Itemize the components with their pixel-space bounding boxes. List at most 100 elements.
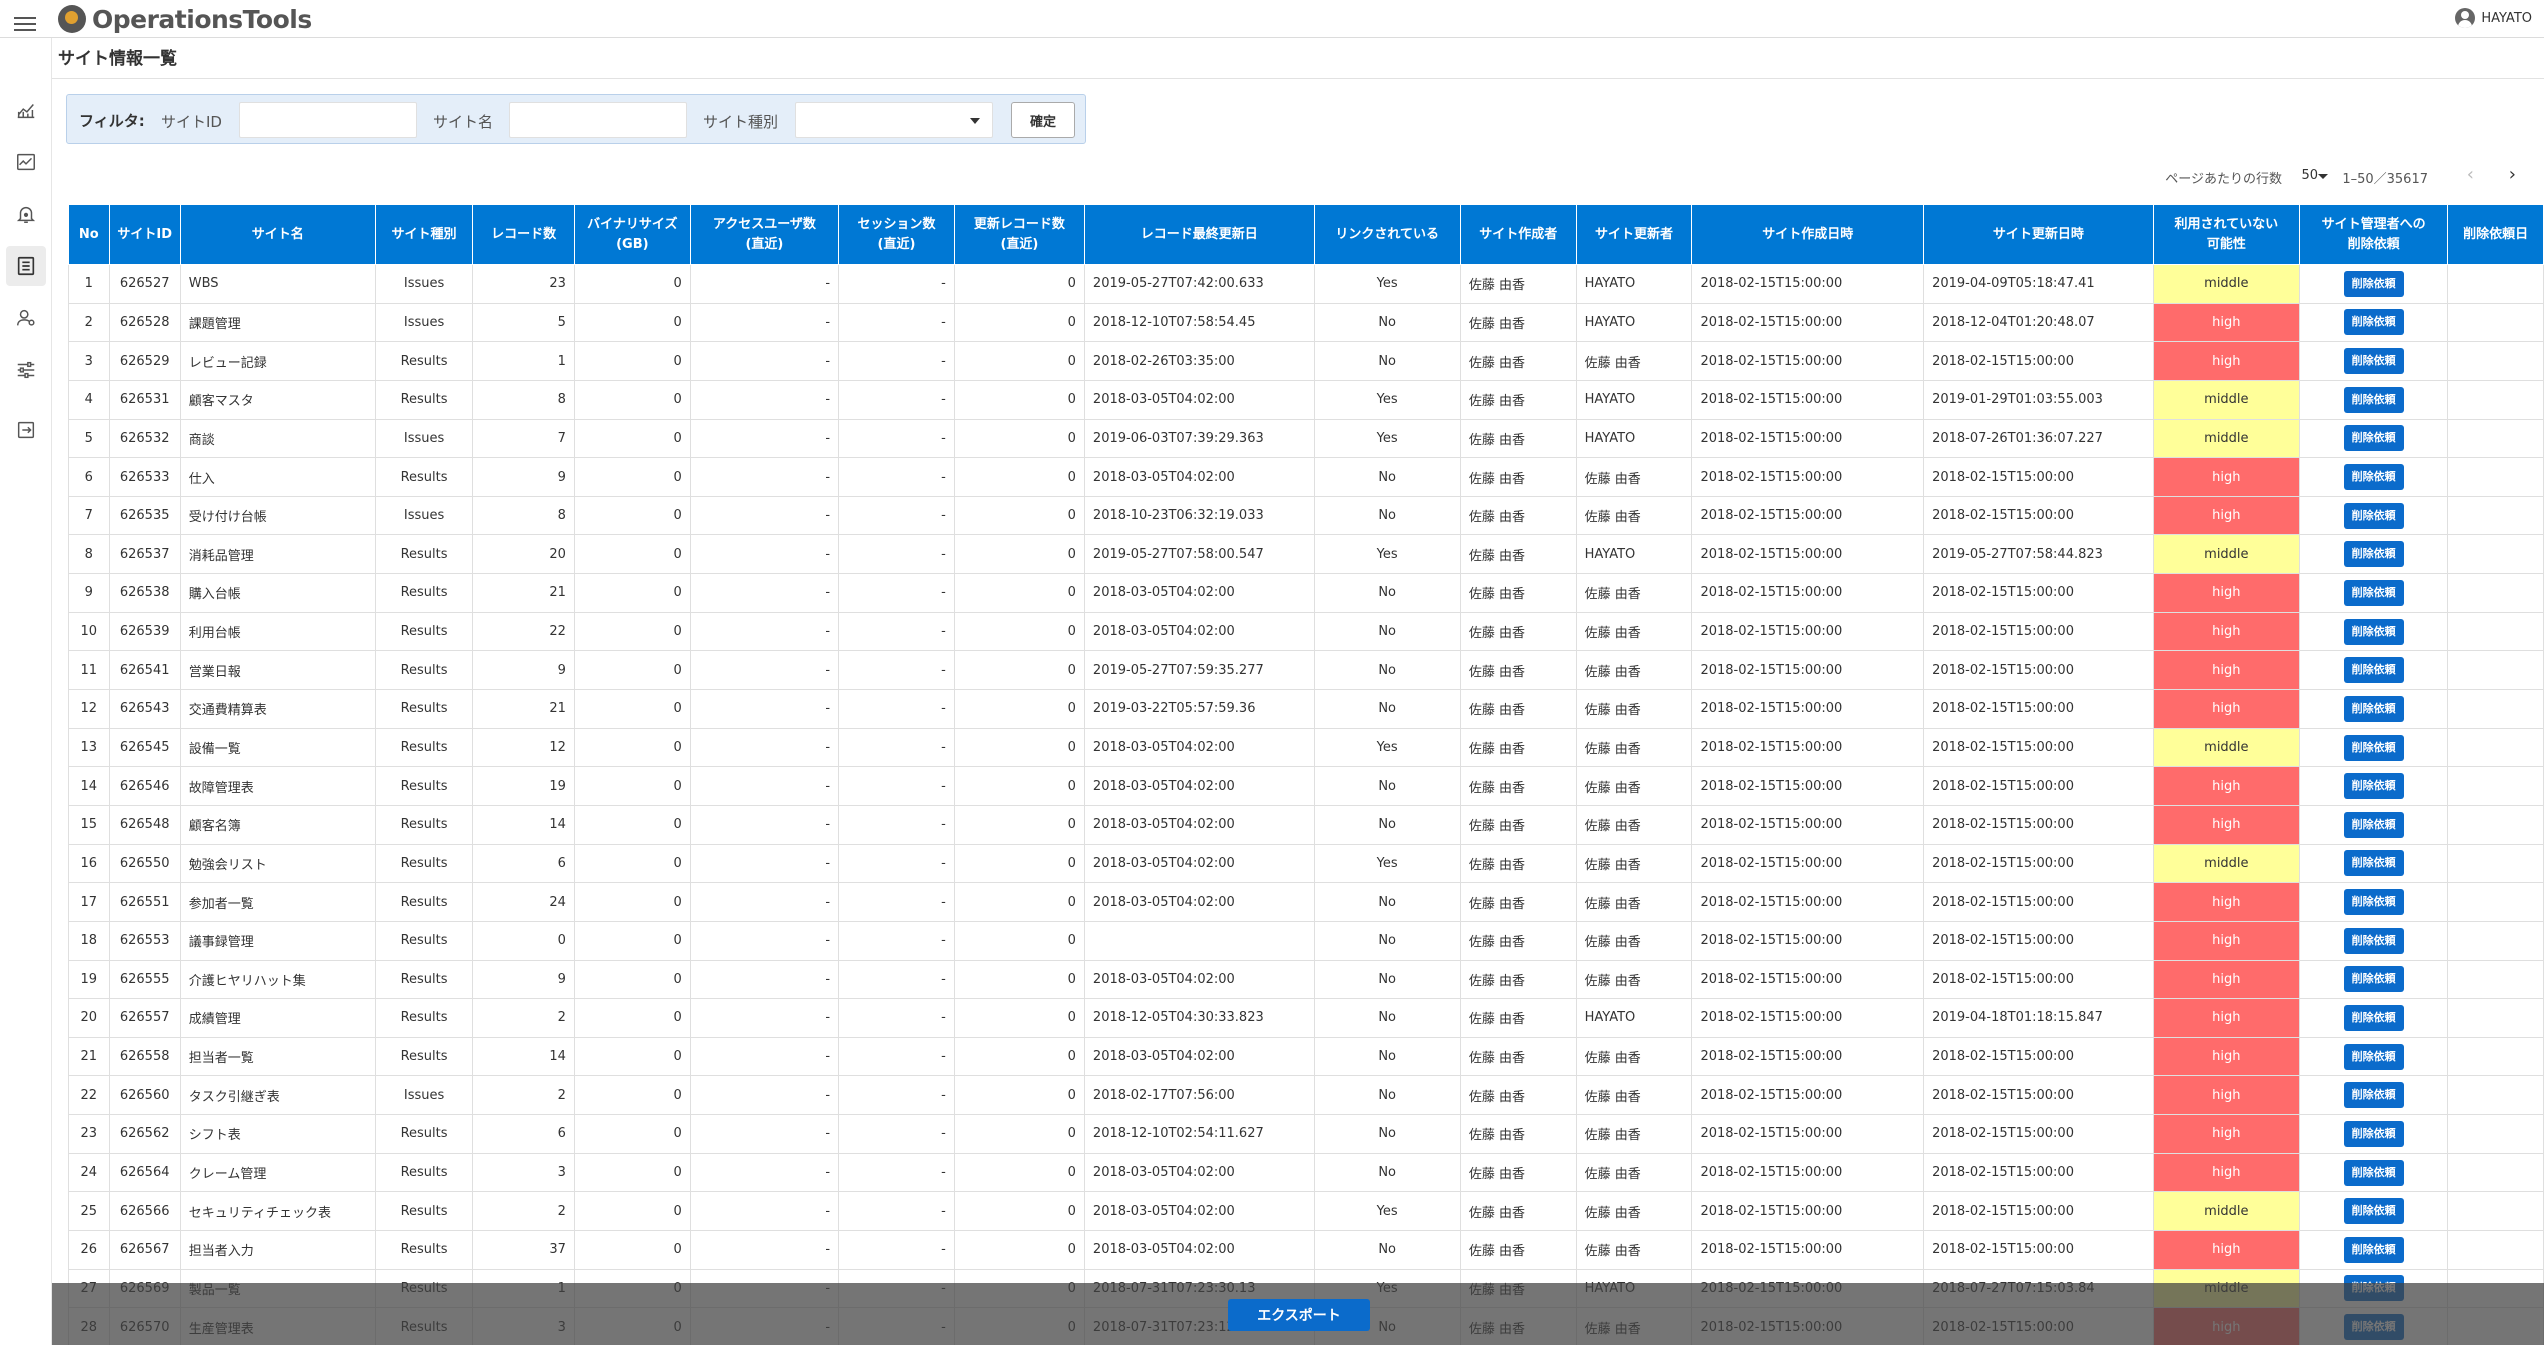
table-row[interactable]: 10 626539 利用台帳 Results 22 0- -0 2018-03-05T04:0… [68,611,2544,652]
delete-request-button[interactable]: 削除依頼 [2343,1159,2404,1186]
delete-request-button[interactable]: 削除依頼 [2343,811,2404,838]
delete-request-button[interactable]: 削除依頼 [2343,502,2404,529]
table-row[interactable]: 9 626538 購入台帳 Results 21 0- -0 2018-03-05T04:02… [68,573,2544,613]
hamburger-menu-icon[interactable] [14,17,36,33]
delete-request-button[interactable]: 削除依頼 [2343,695,2404,722]
column-header[interactable]: レコード最終更新日 [1083,204,1315,265]
table-row[interactable]: 7 626535 受け付け台帳 Issues 8 0- -0 2018-10-23T06:32… [68,495,2544,536]
site-id-cell: 626567 [108,1230,181,1270]
row-number: 12 [68,689,110,729]
site-type-cell: Issues [374,302,474,343]
table-row[interactable]: 11 626541 営業日報 Results 9 0- -0 2019-05-27T07:59… [68,650,2544,691]
table-row[interactable]: 24 626564 クレーム管理 Results 3 0- -0 2018-03-05T04:… [68,1152,2544,1193]
table-row[interactable]: 20 626557 成績管理 Results 2 0- -0 2018-12-05T04:30… [68,998,2544,1038]
updater-cell: HAYATO [1575,534,1693,575]
column-header[interactable]: サイト名 [179,204,376,265]
column-header[interactable]: サイト作成日時 [1691,204,1925,265]
updater-cell: 佐藤 由香 [1575,457,1693,497]
record-count-cell: 0 [472,920,575,961]
sidebar-item-alerts[interactable] [6,194,46,234]
rows-per-page-arrow-icon[interactable] [2318,174,2328,179]
delete-request-button[interactable]: 削除依頼 [2343,966,2404,993]
table-row[interactable]: 8 626537 消耗品管理 Results 20 0- -0 2019-05-27T07:5… [68,534,2544,575]
delete-request-button[interactable]: 削除依頼 [2343,464,2404,491]
delete-request-button[interactable]: 削除依頼 [2343,657,2404,684]
table-row[interactable]: 2 626528 課題管理 Issues 5 0- -0 2018-12-10T07:58:5… [68,302,2544,343]
delete-request-button[interactable]: 削除依頼 [2343,1198,2404,1225]
delete-request-button[interactable]: 削除依頼 [2343,348,2404,375]
delete-request-button[interactable]: 削除依頼 [2343,309,2404,336]
delete-request-button[interactable]: 削除依頼 [2343,579,2404,606]
delete-request-button[interactable]: 削除依頼 [2343,1236,2404,1263]
table-row[interactable]: 4 626531 顧客マスタ Results 8 0- -0 2018-03-05T04:02… [68,379,2544,420]
table-row[interactable]: 26 626567 担当者入力 Results 37 0- -0 2018-03-05T04:… [68,1230,2544,1270]
sidebar-item-site-list[interactable] [6,246,46,286]
table-row[interactable]: 18 626553 議事録管理 Results 0 0- -0 No 佐藤 由香 佐藤 由香 201… [68,920,2544,961]
table-row[interactable]: 3 626529 レビュー記録 Results 1 0- -0 2018-02-26T03:3… [68,341,2544,381]
delete-request-button[interactable]: 削除依頼 [2343,1043,2404,1070]
table-row[interactable]: 16 626550 勉強会リスト Results 6 0- -0 2018-03-05T04:… [68,843,2544,884]
table-row[interactable]: 5 626532 商談 Issues 7 0- -0 2019-06-03T07:39:29.… [68,418,2544,459]
table-row[interactable]: 6 626533 仕入 Results 9 0- -0 2018-03-05T04:02:00… [68,457,2544,497]
table-row[interactable]: 23 626562 シフト表 Results 6 0- -0 2018-12-10T02:54… [68,1114,2544,1154]
delete-request-button[interactable]: 削除依頼 [2343,541,2404,568]
column-header[interactable]: サイト種別 [374,204,474,265]
delete-request-button[interactable]: 削除依頼 [2343,270,2404,297]
delete-request-button[interactable]: 削除依頼 [2343,773,2404,800]
binary-size-cell: 0 [573,495,691,536]
created-at-cell: 2018-02-15T15:00:00 [1691,1114,1925,1154]
column-header[interactable]: バイナリサイズ (GB) [573,204,691,265]
delete-request-button[interactable]: 削除依頼 [2343,618,2404,645]
delete-request-button[interactable]: 削除依頼 [2343,425,2404,452]
table-row[interactable]: 13 626545 設備一覧 Results 12 0- -0 2018-03-05T04:0… [68,727,2544,768]
sidebar-item-settings[interactable] [6,350,46,390]
column-header[interactable]: サイト更新日時 [1923,204,2154,265]
sidebar-item-users[interactable] [6,298,46,338]
app-logo[interactable]: OperationsTools [58,4,312,34]
column-header[interactable]: レコード数 [472,204,575,265]
table-row[interactable]: 25 626566 セキュリティチェック表 Results 2 0- -0 2018-03-0… [68,1191,2544,1232]
sidebar-item-dashboard[interactable] [6,142,46,182]
table-row[interactable]: 15 626548 顧客名簿 Results 14 0- -0 2018-03-05T04:0… [68,804,2544,845]
delete-request-button[interactable]: 削除依頼 [2343,386,2404,413]
delete-request-button[interactable]: 削除依頼 [2343,1082,2404,1109]
delete-request-button[interactable]: 削除依頼 [2343,1004,2404,1031]
column-header[interactable]: サイト作成者 [1459,204,1577,265]
column-header[interactable]: No [68,204,110,265]
export-button[interactable]: エクスポート [1228,1299,1370,1331]
table-row[interactable]: 14 626546 故障管理表 Results 19 0- -0 2018-03-05T04:… [68,766,2544,806]
delete-request-button[interactable]: 削除依頼 [2343,850,2404,877]
confirm-button[interactable]: 確定 [1011,102,1075,138]
site-type-select[interactable] [795,102,993,138]
site-name-input[interactable] [509,102,687,138]
site-id-cell: 626558 [108,1036,181,1077]
user-menu[interactable]: HAYATO [2455,8,2532,28]
column-header[interactable]: セッション数 (直近) [838,204,955,265]
column-header[interactable]: リンクされている [1313,204,1461,265]
table-row[interactable]: 1 626527 WBS Issues 23 0- -0 2019-05-27T07:42:0… [68,264,2544,304]
chevron-right-icon[interactable]: › [2509,164,2516,185]
delete-request-button[interactable]: 削除依頼 [2343,927,2404,954]
column-header[interactable]: 利用されていない 可能性 [2152,204,2301,265]
column-header[interactable]: サイト管理者への 削除依頼 [2298,204,2449,265]
table-row[interactable]: 22 626560 タスク引継ぎ表 Issues 2 0- -0 2018-02-17T07:… [68,1075,2544,1116]
column-header[interactable]: 削除依頼日 [2447,204,2544,265]
column-header[interactable]: サイトID [108,204,181,265]
table-row[interactable]: 12 626543 交通費精算表 Results 21 0- -0 2019-03-22T05… [68,689,2544,729]
table-row[interactable]: 17 626551 参加者一覧 Results 24 0- -0 2018-03-05T04:… [68,882,2544,922]
column-header[interactable]: 更新レコード数 (直近) [953,204,1085,265]
column-header[interactable]: サイト更新者 [1575,204,1693,265]
table-row[interactable]: 21 626558 担当者一覧 Results 14 0- -0 2018-03-05T04:… [68,1036,2544,1077]
column-header[interactable]: アクセスユーザ数 (直近) [689,204,840,265]
access-users-cell: - [689,1114,840,1154]
rows-per-page-select[interactable]: 50 [2301,168,2318,183]
delete-request-button[interactable]: 削除依頼 [2343,734,2404,761]
delete-request-button[interactable]: 削除依頼 [2343,1120,2404,1147]
table-row[interactable]: 19 626555 介護ヒヤリハット集 Results 9 0- -0 2018-03-05T… [68,959,2544,1000]
sidebar-item-logout[interactable] [6,410,46,450]
linked-cell: Yes [1313,418,1461,459]
sidebar-item-analytics[interactable] [6,90,46,130]
chevron-left-icon[interactable]: ‹ [2467,164,2474,185]
site-id-input[interactable] [239,102,417,138]
delete-request-button[interactable]: 削除依頼 [2343,889,2404,916]
